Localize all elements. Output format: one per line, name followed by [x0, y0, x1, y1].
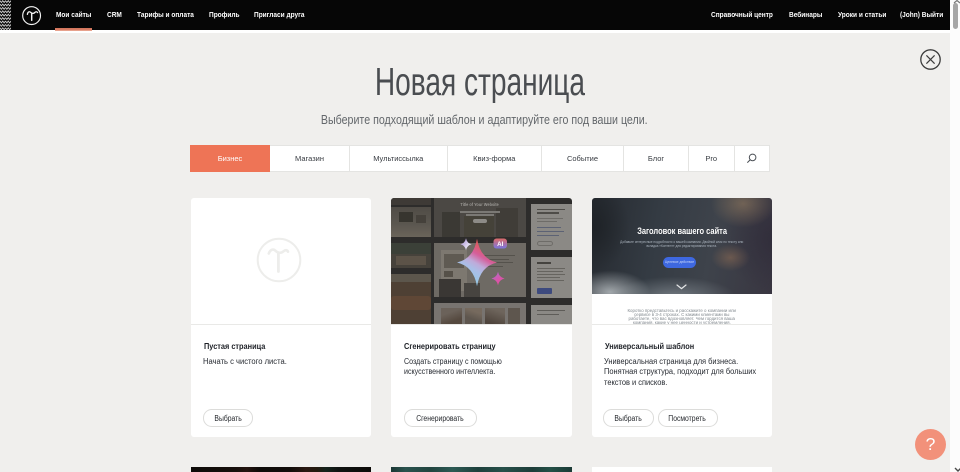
svg-text:AI: AI — [497, 240, 503, 247]
